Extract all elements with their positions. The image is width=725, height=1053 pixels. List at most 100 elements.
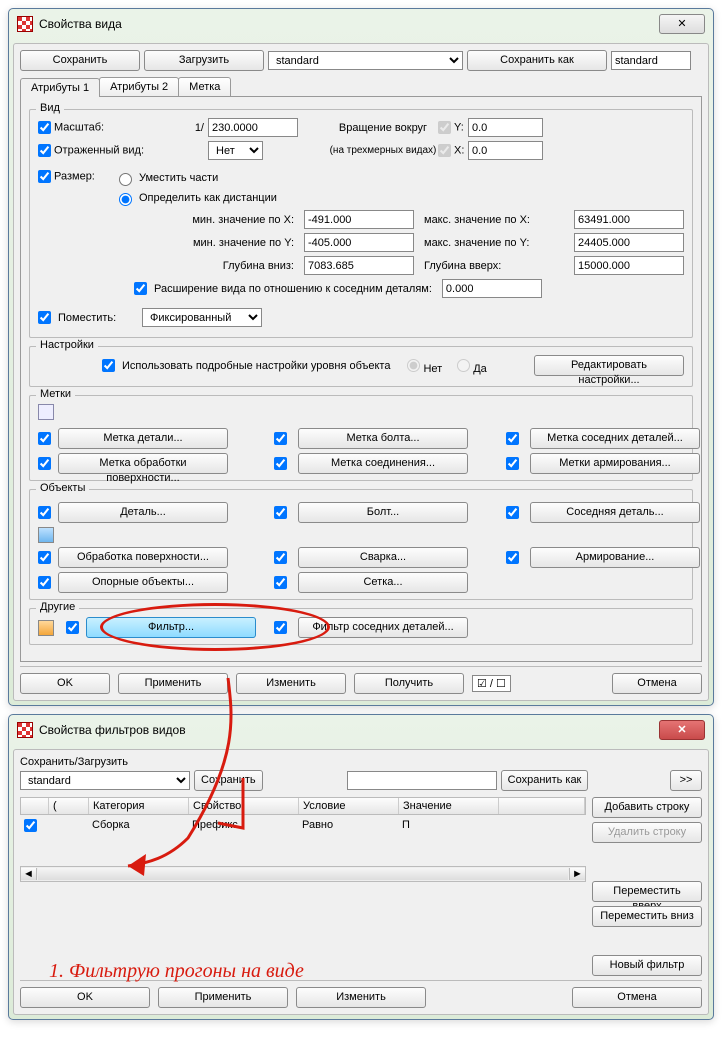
settings-group: Настройки Использовать подробные настрой… <box>29 346 693 387</box>
add-row-button[interactable]: Добавить строку <box>592 797 702 818</box>
col-property[interactable]: Свойство <box>189 798 299 814</box>
move-up-button[interactable]: Переместить вверх <box>592 881 702 902</box>
change-button2[interactable]: Изменить <box>296 987 426 1008</box>
col-paren[interactable]: ( <box>49 798 89 814</box>
cancel-button2[interactable]: Отмена <box>572 987 702 1008</box>
expand-button[interactable]: >> <box>670 770 702 791</box>
depth-down-label: Глубина вниз: <box>134 260 294 272</box>
load-button[interactable]: Загрузить <box>144 50 264 71</box>
filter-check[interactable] <box>66 617 79 638</box>
save-button[interactable]: Сохранить <box>20 50 140 71</box>
saveas-button2[interactable]: Сохранить как <box>501 770 589 791</box>
minx-input[interactable] <box>304 210 414 229</box>
extend-input[interactable] <box>442 279 542 298</box>
filter-button[interactable]: Фильтр... <box>86 617 256 638</box>
miny-input[interactable] <box>304 233 414 252</box>
obj-grid-button[interactable]: Сетка... <box>298 572 468 593</box>
close-button[interactable]: ✕ <box>659 14 705 34</box>
ok-button2[interactable]: OK <box>20 987 150 1008</box>
obj2-check[interactable] <box>272 506 289 519</box>
preset-select2[interactable]: standard <box>20 771 190 790</box>
maxx-input[interactable] <box>574 210 684 229</box>
mark-surface-button[interactable]: Метка обработки поверхности... <box>58 453 228 474</box>
usesettings-check[interactable] <box>102 359 115 372</box>
depth-up-input[interactable] <box>574 256 684 275</box>
save-button2[interactable]: Сохранить <box>194 770 263 791</box>
close-button2[interactable]: ✕ <box>659 720 705 740</box>
reflected-check[interactable] <box>38 144 51 157</box>
col-category[interactable]: Категория <box>89 798 189 814</box>
mark-connection-button[interactable]: Метка соединения... <box>298 453 468 474</box>
mark-bolt-button[interactable]: Метка болта... <box>298 428 468 449</box>
apply-button[interactable]: Применить <box>118 673 228 694</box>
scroll-thumb[interactable] <box>38 868 568 880</box>
obj-surface-button[interactable]: Обработка поверхности... <box>58 547 228 568</box>
new-filter-button[interactable]: Новый фильтр <box>592 955 702 976</box>
size-check[interactable] <box>38 170 51 183</box>
scroll-left-icon[interactable]: ◄ <box>21 868 37 880</box>
mark-part-button[interactable]: Метка детали... <box>58 428 228 449</box>
toggle-checks-button[interactable]: ☑ / ☐ <box>472 675 511 692</box>
extend-check[interactable] <box>134 282 147 295</box>
scroll-right-icon[interactable]: ► <box>569 868 585 880</box>
mark2-check[interactable] <box>272 432 289 445</box>
cancel-button[interactable]: Отмена <box>612 673 702 694</box>
mark1-check[interactable] <box>38 428 51 449</box>
preset-select[interactable]: standard <box>268 51 463 70</box>
rot-x-input[interactable] <box>468 141 543 160</box>
size-fit-radio[interactable] <box>119 173 132 186</box>
neighbor-filter-check[interactable] <box>272 621 289 634</box>
col-value[interactable]: Значение <box>399 798 499 814</box>
save-as-name-input[interactable] <box>611 51 691 70</box>
saveas-name-input2[interactable] <box>347 771 497 790</box>
obj1-check[interactable] <box>38 502 51 523</box>
row-check[interactable] <box>24 819 37 832</box>
neighbor-filter-button[interactable]: Фильтр соседних деталей... <box>298 617 468 638</box>
scale-input[interactable] <box>208 118 298 137</box>
view-legend: Вид <box>36 102 64 114</box>
scale-check[interactable] <box>38 121 51 134</box>
obj-bolt-button[interactable]: Болт... <box>298 502 468 523</box>
obj4-check[interactable] <box>38 547 51 568</box>
h-scrollbar[interactable]: ◄ ► <box>20 866 586 882</box>
save-as-button[interactable]: Сохранить как <box>467 50 607 71</box>
move-down-button[interactable]: Переместить вниз <box>592 906 702 927</box>
mark6-check[interactable] <box>504 457 521 470</box>
obj-reference-button[interactable]: Опорные объекты... <box>58 572 228 593</box>
ok-button[interactable]: OK <box>20 673 110 694</box>
reflected-select[interactable]: Нет <box>208 141 263 160</box>
obj6-check[interactable] <box>504 551 521 564</box>
tab-label[interactable]: Метка <box>178 77 231 96</box>
obj7-check[interactable] <box>38 572 51 593</box>
delete-row-button[interactable]: Удалить строку <box>592 822 702 843</box>
filter-table-row[interactable]: Сборка Префикс Равно П <box>20 815 586 836</box>
size-dist-radio[interactable] <box>119 193 132 206</box>
obj-weld-button[interactable]: Сварка... <box>298 547 468 568</box>
obj8-check[interactable] <box>272 576 289 589</box>
rot-y-input[interactable] <box>468 118 543 137</box>
mark5-check[interactable] <box>272 457 289 470</box>
maxy-input[interactable] <box>574 233 684 252</box>
obj-part-button[interactable]: Деталь... <box>58 502 228 523</box>
mark3-check[interactable] <box>504 432 521 445</box>
mark4-check[interactable] <box>38 453 51 474</box>
apply-button2[interactable]: Применить <box>158 987 288 1008</box>
mark-neighbor-button[interactable]: Метка соседних деталей... <box>530 428 700 449</box>
obj5-check[interactable] <box>272 551 289 564</box>
tab-attributes2[interactable]: Атрибуты 2 <box>99 77 179 96</box>
place-select[interactable]: Фиксированный <box>142 308 262 327</box>
edit-settings-button[interactable]: Редактировать настройки... <box>534 355 684 376</box>
obj3-check[interactable] <box>504 506 521 519</box>
row-value: П <box>398 817 498 834</box>
mark-rebar-button[interactable]: Метки армирования... <box>530 453 700 474</box>
titlebar2: Свойства фильтров видов ✕ <box>9 715 713 745</box>
change-button[interactable]: Изменить <box>236 673 346 694</box>
get-button[interactable]: Получить <box>354 673 464 694</box>
titlebar: Свойства вида ✕ <box>9 9 713 39</box>
place-check[interactable] <box>38 311 51 324</box>
tab-attributes1[interactable]: Атрибуты 1 <box>20 78 100 97</box>
depth-down-input[interactable] <box>304 256 414 275</box>
col-condition[interactable]: Условие <box>299 798 399 814</box>
obj-rebar-button[interactable]: Армирование... <box>530 547 700 568</box>
obj-neighbor-button[interactable]: Соседняя деталь... <box>530 502 700 523</box>
